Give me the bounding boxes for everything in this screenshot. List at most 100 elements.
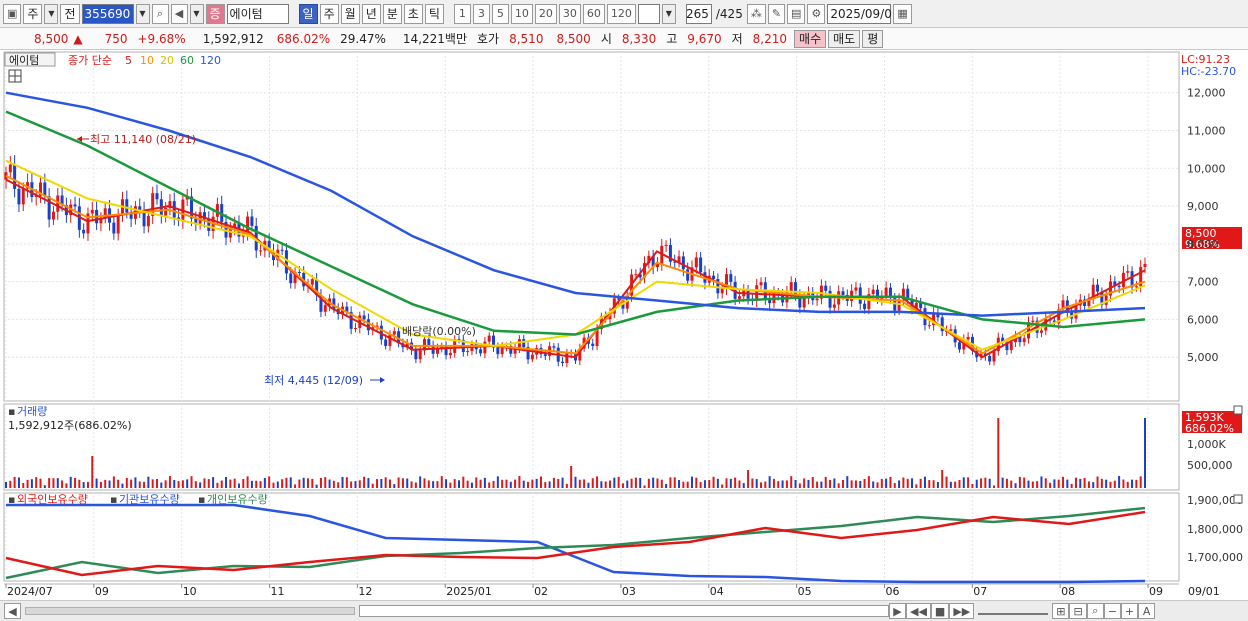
scroll-right-icon[interactable]: ▶ bbox=[889, 603, 906, 619]
stock-name-field[interactable]: 에이텀 bbox=[226, 3, 289, 24]
candle-body bbox=[250, 216, 254, 226]
volume-bar bbox=[492, 480, 495, 488]
volume-bar bbox=[807, 479, 810, 488]
volume-bar bbox=[74, 478, 77, 488]
interval-3-button[interactable]: 3 bbox=[472, 3, 490, 24]
candle-body bbox=[729, 274, 733, 282]
volume-bar bbox=[570, 466, 573, 488]
speaker-icon[interactable]: ◀ bbox=[170, 3, 188, 24]
volume-bar bbox=[393, 484, 396, 488]
volume-bar bbox=[613, 477, 616, 488]
zoom-out-icon[interactable]: − bbox=[1103, 603, 1121, 619]
volume-bar bbox=[263, 478, 266, 488]
bid-price: 8,510 bbox=[509, 31, 544, 46]
volume-bar bbox=[824, 476, 827, 488]
holding-panel-close-icon[interactable] bbox=[1233, 494, 1243, 504]
volume-bar bbox=[721, 484, 724, 488]
stock-code-input[interactable]: 355690 bbox=[81, 3, 134, 24]
tool-icon[interactable]: ⊞ bbox=[1052, 603, 1070, 619]
volume-bar bbox=[665, 483, 668, 488]
volume-bar bbox=[1027, 480, 1030, 488]
candle-body bbox=[73, 204, 77, 207]
calendar-icon[interactable]: ▦ bbox=[893, 3, 912, 24]
date-input[interactable]: 2025/09/01 bbox=[827, 3, 900, 24]
volume-bar bbox=[997, 418, 1000, 488]
volume-bar bbox=[902, 477, 905, 488]
market-dropdown-icon[interactable]: ▼ bbox=[44, 3, 59, 24]
buy-button[interactable]: 매수 bbox=[794, 29, 827, 48]
period-tick-button[interactable]: 틱 bbox=[424, 3, 444, 24]
gear-icon[interactable]: ⚙ bbox=[807, 3, 826, 24]
ma-legend-prefix: 종가 단순 bbox=[68, 54, 112, 67]
period-year-button[interactable]: 년 bbox=[361, 3, 381, 24]
interval-60-button[interactable]: 60 bbox=[582, 3, 605, 24]
save-icon[interactable]: ▤ bbox=[787, 3, 806, 24]
volume-panel-close-icon[interactable] bbox=[1233, 405, 1243, 415]
holding-y-tick: 1,700,000 bbox=[1187, 551, 1243, 564]
period-month-button[interactable]: 월 bbox=[340, 3, 360, 24]
interval-5-button[interactable]: 5 bbox=[491, 3, 509, 24]
candle-body bbox=[448, 352, 452, 356]
interval-10-button[interactable]: 10 bbox=[510, 3, 533, 24]
zoom-in-icon[interactable]: + bbox=[1120, 603, 1139, 619]
volume-bar bbox=[1070, 483, 1073, 488]
period-week-button[interactable]: 주 bbox=[319, 3, 339, 24]
code-dropdown-icon[interactable]: ▼ bbox=[135, 3, 150, 24]
speaker-dropdown-icon[interactable]: ▼ bbox=[189, 3, 204, 24]
volume-bar bbox=[272, 482, 275, 488]
count-input[interactable]: 265 bbox=[685, 3, 712, 24]
link-icon[interactable]: ⁂ bbox=[746, 3, 766, 24]
zoom-slider[interactable] bbox=[978, 607, 1049, 615]
interval-1-button[interactable]: 1 bbox=[453, 3, 471, 24]
volume-bar bbox=[328, 479, 331, 488]
candle-body bbox=[284, 250, 288, 274]
candle-body bbox=[966, 336, 970, 340]
market-select[interactable]: 주 bbox=[23, 3, 43, 24]
period-second-button[interactable]: 초 bbox=[403, 3, 423, 24]
candle-body bbox=[681, 256, 685, 270]
candle-body bbox=[543, 354, 547, 356]
font-icon[interactable]: A bbox=[1138, 603, 1156, 619]
volume-bar bbox=[181, 480, 184, 488]
scrollbar-thumb[interactable] bbox=[359, 605, 889, 617]
tool-icon[interactable]: ⊟ bbox=[1069, 603, 1087, 619]
window-icon[interactable]: ▣ bbox=[3, 3, 22, 24]
interval-30-button[interactable]: 30 bbox=[558, 3, 581, 24]
volume-y-tick: 1,000K bbox=[1187, 438, 1226, 451]
search-icon[interactable]: ⌕ bbox=[1086, 603, 1104, 619]
search-icon[interactable]: ⌕ bbox=[151, 3, 169, 24]
volume-bar bbox=[816, 481, 819, 488]
volume-bar bbox=[307, 478, 310, 488]
fast-forward-icon[interactable]: ▶▶ bbox=[949, 603, 975, 619]
draw-icon[interactable]: ✎ bbox=[767, 3, 786, 24]
volume-bar bbox=[505, 479, 508, 488]
volume-bar bbox=[751, 478, 754, 488]
volume-bar bbox=[445, 479, 448, 488]
custom-interval-input[interactable] bbox=[637, 3, 660, 24]
interval-120-button[interactable]: 120 bbox=[606, 3, 636, 24]
candle-body bbox=[112, 222, 116, 234]
eval-button[interactable]: 평 bbox=[862, 29, 884, 48]
scrollbar-track[interactable] bbox=[25, 607, 355, 615]
volume-bar bbox=[268, 476, 271, 488]
volume-bar bbox=[656, 478, 659, 488]
stop-icon[interactable]: ■ bbox=[930, 603, 950, 619]
volume-value: 1,592,912 bbox=[202, 31, 264, 46]
volume-bar bbox=[561, 477, 564, 488]
volume-bar bbox=[371, 483, 374, 488]
interval-20-button[interactable]: 20 bbox=[534, 3, 557, 24]
period-day-button[interactable]: 일 bbox=[298, 3, 318, 24]
period-minute-button[interactable]: 분 bbox=[382, 3, 402, 24]
volume-bar bbox=[604, 481, 607, 488]
sell-button[interactable]: 매도 bbox=[828, 29, 861, 48]
scroll-left-icon[interactable]: ◀ bbox=[4, 603, 21, 619]
rewind-icon[interactable]: ◀◀ bbox=[906, 603, 931, 619]
volume-bar bbox=[1118, 476, 1121, 488]
prev-button[interactable]: 전 bbox=[60, 3, 80, 24]
volume-bar bbox=[43, 485, 46, 488]
price-change-pct: +9.68% bbox=[137, 31, 186, 46]
volume-bar bbox=[319, 477, 322, 488]
volume-bar bbox=[199, 482, 202, 488]
chart-area[interactable]: 에이텀 종가 단순 5 10 20 60 120 LC:91.23 HC:-23… bbox=[0, 50, 1248, 600]
custom-interval-dropdown-icon[interactable]: ▼ bbox=[661, 3, 676, 24]
